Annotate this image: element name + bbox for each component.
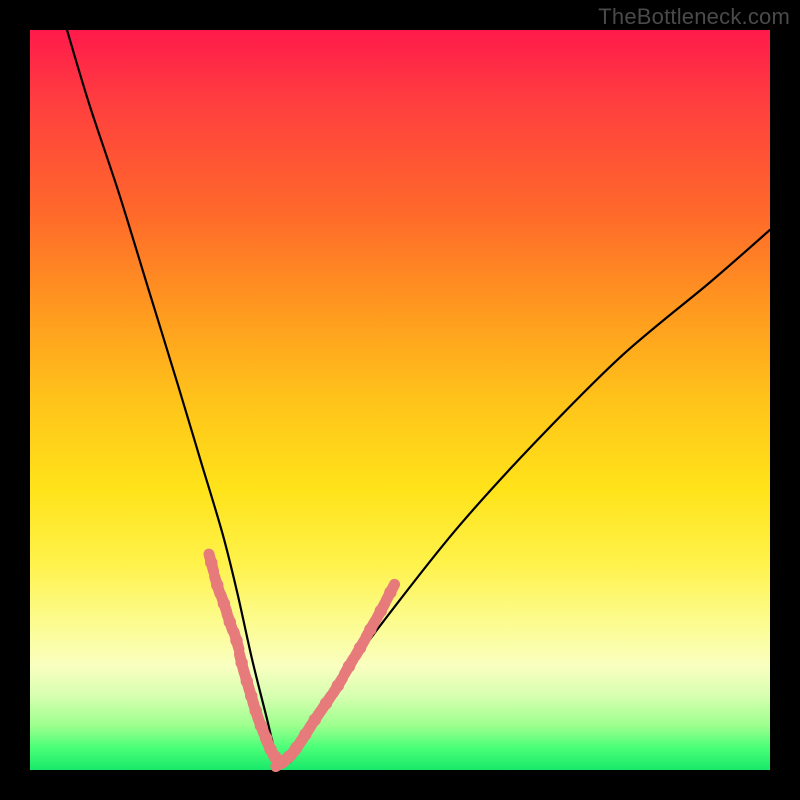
highlight-dot	[224, 616, 236, 628]
highlight-dot	[211, 579, 223, 591]
chart-svg	[30, 30, 770, 770]
highlight-dot	[235, 657, 247, 669]
plot-area	[30, 30, 770, 770]
watermark-text: TheBottleneck.com	[598, 4, 790, 30]
highlight-dot	[343, 660, 355, 672]
highlight-dot	[332, 679, 344, 691]
highlight-dot	[320, 697, 332, 709]
highlight-dot	[364, 623, 376, 635]
highlight-dot	[384, 586, 396, 598]
chart-frame: TheBottleneck.com	[0, 0, 800, 800]
highlight-dot	[354, 642, 366, 654]
highlight-dot	[218, 597, 230, 609]
highlight-dot	[375, 605, 387, 617]
highlight-dot	[205, 557, 217, 569]
bottleneck-curve	[67, 30, 770, 764]
highlight-dots-right	[276, 584, 397, 767]
highlight-dot	[230, 634, 242, 646]
highlight-dots-left	[205, 554, 281, 764]
